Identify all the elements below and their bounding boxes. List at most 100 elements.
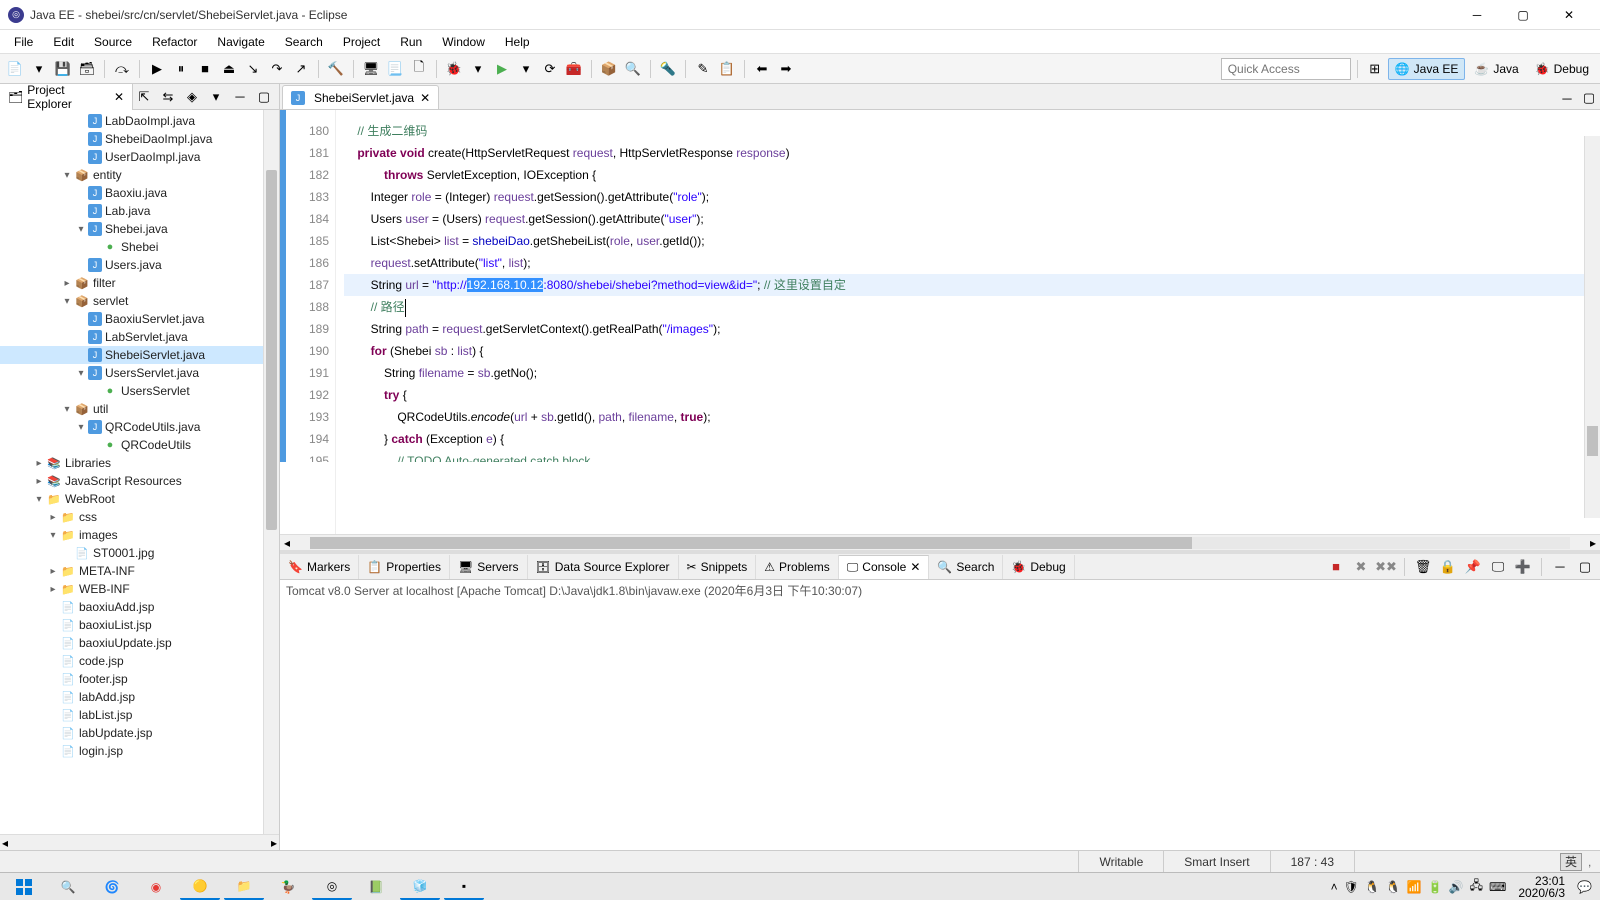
tree-item[interactable]: JUserDaoImpl.java [0, 148, 279, 166]
expand-arrow-icon[interactable]: ▸ [46, 566, 60, 577]
step-return-button[interactable]: ↗ [290, 58, 312, 80]
skip-breakpoints-button[interactable]: ⤼ [111, 58, 133, 80]
menu-search[interactable]: Search [275, 31, 333, 53]
tray-volume-icon[interactable]: 🔊 [1449, 880, 1464, 894]
maximize-view-button[interactable]: ▢ [253, 86, 275, 108]
pin-console-button[interactable]: 📌 [1462, 556, 1484, 578]
app-button-5[interactable]: 🧊 [400, 874, 440, 900]
file-explorer-button[interactable]: 📁 [224, 874, 264, 900]
minimize-button[interactable]: ─ [1454, 0, 1500, 30]
tree-item[interactable]: ▸📚JavaScript Resources [0, 472, 279, 490]
tree-item[interactable]: JBaoxiu.java [0, 184, 279, 202]
expand-arrow-icon[interactable]: ▾ [46, 530, 60, 541]
line-gutter[interactable]: 1801811821831841851861871881891901911921… [280, 110, 336, 534]
external-tools-button[interactable]: 🧰 [563, 58, 585, 80]
tray-lang-icon[interactable]: ⌨ [1489, 880, 1506, 894]
tree-item[interactable]: 📄baoxiuAdd.jsp [0, 598, 279, 616]
code-area[interactable]: // 生成二维码 private void create(HttpServlet… [336, 110, 1600, 534]
forward-button[interactable]: ➡ [775, 58, 797, 80]
tray-network-icon[interactable]: 🖧 [1470, 876, 1483, 897]
bottom-tab-debug[interactable]: 🐞Debug [1003, 555, 1074, 579]
tree-item[interactable]: ▾JShebei.java [0, 220, 279, 238]
new-jsp-button[interactable]: 📃 [384, 58, 406, 80]
editor-body[interactable]: 1801811821831841851861871881891901911921… [280, 110, 1600, 534]
tray-icon-4[interactable]: 📶 [1407, 880, 1422, 894]
tree-item[interactable]: 📄baoxiuList.jsp [0, 616, 279, 634]
menu-help[interactable]: Help [495, 31, 540, 53]
search-button[interactable]: 🔍 [48, 874, 88, 900]
tree-item[interactable]: 📄baoxiuUpdate.jsp [0, 634, 279, 652]
tray-battery-icon[interactable]: 🔋 [1428, 880, 1443, 894]
tree-item[interactable]: 📄labUpdate.jsp [0, 724, 279, 742]
scroll-lock-button[interactable]: 🔒 [1437, 556, 1459, 578]
bottom-tab-search[interactable]: 🔍Search [929, 555, 1003, 579]
bottom-tab-servers[interactable]: 🖥Servers [450, 555, 528, 579]
tree-item[interactable]: ▸📁WEB-INF [0, 580, 279, 598]
tree-item[interactable]: ▸📁css [0, 508, 279, 526]
view-menu-button[interactable]: ▾ [205, 86, 227, 108]
search-button[interactable]: 🔦 [657, 58, 679, 80]
open-type-button[interactable]: 🔍 [622, 58, 644, 80]
new-server-button[interactable]: 🖥 [360, 58, 382, 80]
menu-source[interactable]: Source [84, 31, 142, 53]
tree-item[interactable]: ▾JQRCodeUtils.java [0, 418, 279, 436]
expand-arrow-icon[interactable]: ▾ [60, 170, 74, 181]
tree-item[interactable]: JLabServlet.java [0, 328, 279, 346]
ime-indicator[interactable]: 英 [1560, 853, 1582, 871]
expand-arrow-icon[interactable]: ▸ [32, 458, 46, 469]
expand-arrow-icon[interactable]: ▸ [46, 584, 60, 595]
tree-item[interactable]: 📄labList.jsp [0, 706, 279, 724]
expand-arrow-icon[interactable]: ▾ [74, 224, 88, 235]
debug-dropdown-icon[interactable]: ▾ [467, 58, 489, 80]
minimize-view-button[interactable]: ─ [229, 86, 251, 108]
tray-icon-3[interactable]: 🐧 [1386, 880, 1401, 894]
expand-arrow-icon[interactable]: ▾ [60, 404, 74, 415]
close-button[interactable]: ✕ [1546, 0, 1592, 30]
bottom-tab-problems[interactable]: ⚠Problems [756, 555, 838, 579]
app-button-1[interactable]: 🌀 [92, 874, 132, 900]
tree-item[interactable]: ▾📦servlet [0, 292, 279, 310]
console-body[interactable]: Tomcat v8.0 Server at localhost [Apache … [280, 580, 1600, 850]
tree-item[interactable]: ▸📚Libraries [0, 454, 279, 472]
explorer-vscrollbar[interactable] [263, 110, 279, 834]
save-all-button[interactable]: 🗃 [76, 58, 98, 80]
toggle-mark-button[interactable]: ✎ [692, 58, 714, 80]
notifications-icon[interactable]: 💬 [1577, 880, 1592, 894]
tree-item[interactable]: ▾📁WebRoot [0, 490, 279, 508]
tree-item[interactable]: ▾📁images [0, 526, 279, 544]
editor-vscrollbar[interactable] [1584, 136, 1600, 518]
minimize-editor-button[interactable]: ─ [1556, 87, 1578, 109]
tree-item[interactable]: JBaoxiuServlet.java [0, 310, 279, 328]
app-button-4[interactable]: 📗 [356, 874, 396, 900]
expand-arrow-icon[interactable]: ▸ [60, 278, 74, 289]
new-class-button[interactable]: 🗋 [408, 58, 430, 80]
close-view-icon[interactable]: ✕ [114, 90, 124, 104]
menu-project[interactable]: Project [333, 31, 390, 53]
resume-button[interactable]: ▶ [146, 58, 168, 80]
tree-item[interactable]: JShebeiServlet.java [0, 346, 279, 364]
tree-item[interactable]: ▸📦filter [0, 274, 279, 292]
maximize-editor-button[interactable]: ▢ [1578, 87, 1600, 109]
close-tab-icon[interactable]: ✕ [910, 560, 920, 574]
tree-item[interactable]: ●Shebei [0, 238, 279, 256]
tree-item[interactable]: ▸📁META-INF [0, 562, 279, 580]
menu-window[interactable]: Window [432, 31, 495, 53]
start-button[interactable] [4, 874, 44, 900]
annotations-button[interactable]: 📋 [716, 58, 738, 80]
terminate-button[interactable]: ■ [194, 58, 216, 80]
link-editor-button[interactable]: ⇆ [157, 86, 179, 108]
terminate-console-button[interactable]: ■ [1325, 556, 1347, 578]
save-button[interactable]: 💾 [52, 58, 74, 80]
bottom-tab-console[interactable]: 🖵Console ✕ [839, 555, 930, 579]
new-button[interactable]: 📄 [4, 58, 26, 80]
perspective-javaee[interactable]: 🌐Java EE [1388, 58, 1466, 80]
focus-button[interactable]: ◈ [181, 86, 203, 108]
back-button[interactable]: ⬅ [751, 58, 773, 80]
explorer-tab[interactable]: 🗂 Project Explorer ✕ [0, 84, 133, 110]
ime-dropdown-icon[interactable]: , [1588, 855, 1600, 869]
tree-item[interactable]: 📄login.jsp [0, 742, 279, 760]
expand-arrow-icon[interactable]: ▸ [46, 512, 60, 523]
collapse-all-button[interactable]: ⇱ [133, 86, 155, 108]
bottom-tab-properties[interactable]: 📋Properties [359, 555, 450, 579]
minimize-panel-button[interactable]: ─ [1549, 556, 1571, 578]
